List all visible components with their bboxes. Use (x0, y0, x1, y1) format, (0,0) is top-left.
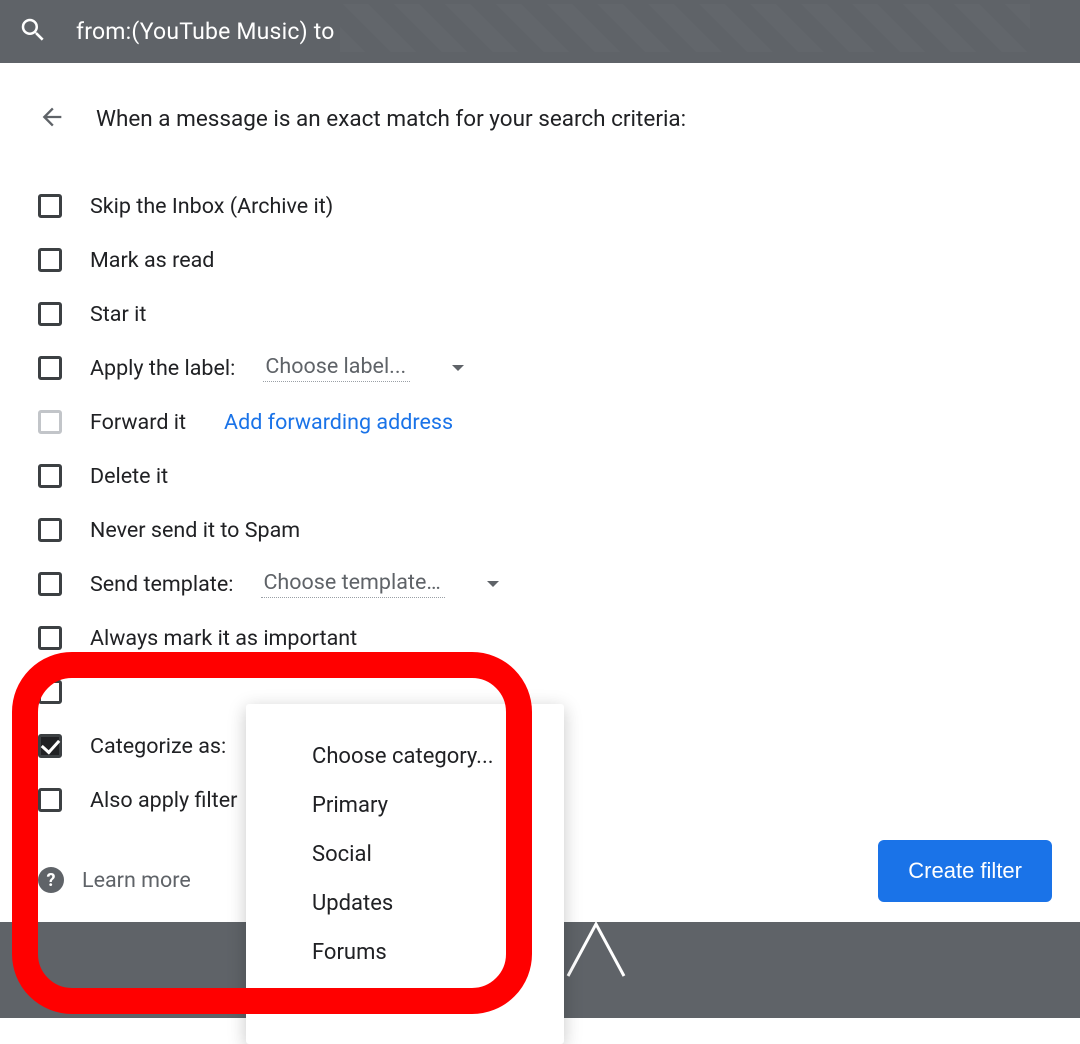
select-label-value: Choose label... (265, 354, 406, 379)
label-always-important: Always mark it as important (90, 626, 357, 651)
checkbox-mark-read[interactable] (38, 248, 62, 272)
search-query[interactable]: from:(YouTube Music) to (76, 18, 335, 45)
help-icon[interactable]: ? (38, 867, 64, 893)
category-option-social[interactable]: Social (246, 830, 564, 879)
category-option-forums[interactable]: Forums (246, 928, 564, 977)
checkbox-categorize[interactable] (38, 734, 62, 758)
checkbox-send-template[interactable] (38, 572, 62, 596)
checkbox-never-spam[interactable] (38, 518, 62, 542)
checkbox-star[interactable] (38, 302, 62, 326)
checkbox-always-important[interactable] (38, 626, 62, 650)
label-star: Star it (90, 302, 146, 327)
checkbox-also-apply[interactable] (38, 788, 62, 812)
back-arrow-icon[interactable] (38, 103, 66, 135)
search-icon[interactable] (18, 15, 48, 49)
redacted-area (340, 4, 1030, 52)
label-forward: Forward it (90, 410, 186, 435)
select-label[interactable]: Choose label... (263, 354, 410, 382)
label-mark-read: Mark as read (90, 248, 214, 273)
label-send-template: Send template: (90, 572, 233, 597)
checkbox-hidden-option[interactable] (38, 680, 62, 704)
label-apply-label: Apply the label: (90, 356, 235, 381)
create-filter-button[interactable]: Create filter (878, 840, 1052, 902)
label-never-spam: Never send it to Spam (90, 518, 300, 543)
label-categorize: Categorize as: (90, 734, 226, 759)
checkbox-skip-inbox[interactable] (38, 194, 62, 218)
caret-down-icon (452, 365, 464, 377)
select-template[interactable]: Choose template… (261, 570, 444, 598)
checkbox-forward[interactable] (38, 410, 62, 434)
category-option-updates[interactable]: Updates (246, 879, 564, 928)
category-option-choose[interactable]: Choose category... (246, 732, 564, 781)
link-add-forwarding[interactable]: Add forwarding address (224, 410, 453, 435)
category-dropdown: Choose category... Primary Social Update… (246, 704, 564, 1044)
triangle-icon (562, 916, 630, 984)
label-skip-inbox: Skip the Inbox (Archive it) (90, 194, 333, 219)
select-template-value: Choose template… (263, 570, 440, 595)
panel-title: When a message is an exact match for you… (96, 106, 686, 132)
checkbox-apply-label[interactable] (38, 356, 62, 380)
category-option-primary[interactable]: Primary (246, 781, 564, 830)
label-also-apply: Also apply filter (90, 788, 237, 813)
label-delete: Delete it (90, 464, 168, 489)
link-learn-more[interactable]: Learn more (82, 868, 191, 893)
checkbox-delete[interactable] (38, 464, 62, 488)
category-option-promotions[interactable]: Promotions (246, 977, 564, 1026)
caret-down-icon (487, 581, 499, 593)
